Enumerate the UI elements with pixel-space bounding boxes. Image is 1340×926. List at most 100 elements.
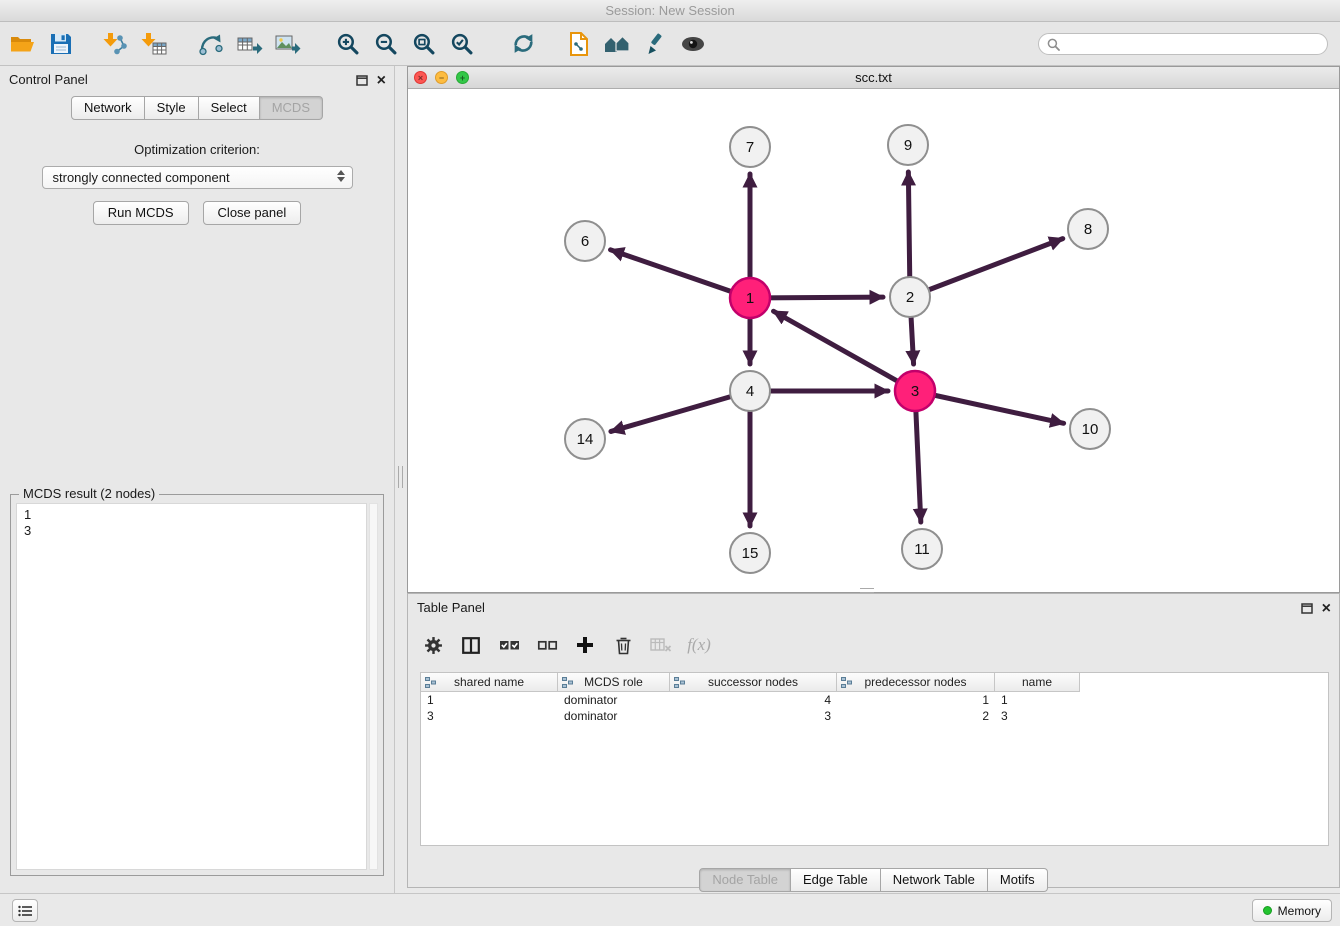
- tab-node-table[interactable]: Node Table: [699, 868, 791, 892]
- tab-network[interactable]: Network: [71, 96, 145, 120]
- open-session-button[interactable]: [4, 25, 42, 63]
- deselect-all-icon: [537, 639, 558, 652]
- apply-style-button[interactable]: [636, 25, 674, 63]
- tab-select[interactable]: Select: [199, 96, 260, 120]
- column-edit-icon: [562, 677, 573, 691]
- column-header-successor-nodes[interactable]: successor nodes: [670, 673, 837, 692]
- cell-predecessor-nodes[interactable]: 1: [837, 692, 995, 708]
- column-header-shared-name[interactable]: shared name: [421, 673, 558, 692]
- cell-successor-nodes[interactable]: 4: [670, 692, 837, 708]
- table-row[interactable]: 3 dominator 3 2 3: [421, 708, 1328, 724]
- cell-mcds-role[interactable]: dominator: [558, 692, 670, 708]
- import-network-button[interactable]: [96, 25, 134, 63]
- apply-layout-button[interactable]: [504, 25, 542, 63]
- column-header-mcds-role[interactable]: MCDS role: [558, 673, 670, 692]
- table-panel: Table Panel ×: [407, 593, 1340, 888]
- select-all-icon: [499, 639, 520, 652]
- first-neighbors-button[interactable]: [598, 25, 636, 63]
- show-hide-details-button[interactable]: [674, 25, 712, 63]
- new-network-from-selection-button[interactable]: [560, 25, 598, 63]
- float-panel-icon[interactable]: [356, 74, 369, 87]
- column-settings-button[interactable]: [418, 630, 448, 660]
- tab-edge-table[interactable]: Edge Table: [791, 868, 881, 892]
- tab-motifs[interactable]: Motifs: [988, 868, 1048, 892]
- graph-node-7[interactable]: 7: [730, 127, 770, 167]
- toggle-column-view-button[interactable]: [456, 630, 486, 660]
- graph-node-11[interactable]: 11: [902, 529, 942, 569]
- delete-table-button[interactable]: [646, 630, 676, 660]
- close-panel-icon[interactable]: ×: [377, 74, 386, 87]
- table-panel-header: Table Panel ×: [408, 594, 1339, 622]
- cell-successor-nodes[interactable]: 3: [670, 708, 837, 724]
- close-window-icon[interactable]: ×: [414, 71, 427, 84]
- memory-button[interactable]: Memory: [1252, 899, 1332, 922]
- node-table: shared name MCDS role successor nodes pr…: [420, 672, 1329, 846]
- graph-node-4[interactable]: 4: [730, 371, 770, 411]
- run-mcds-button[interactable]: Run MCDS: [93, 201, 189, 225]
- cell-shared-name[interactable]: 3: [421, 708, 558, 724]
- cell-mcds-role[interactable]: dominator: [558, 708, 670, 724]
- window-titlebar[interactable]: Session: New Session: [0, 0, 1340, 22]
- zoom-out-button[interactable]: [366, 25, 404, 63]
- mcds-result-list[interactable]: 1 3: [16, 503, 367, 870]
- graph-node-1[interactable]: 1: [730, 278, 770, 318]
- minimize-window-icon[interactable]: −: [435, 71, 448, 84]
- graph-edge-1-6[interactable]: [611, 250, 750, 298]
- criterion-dropdown[interactable]: strongly connected component: [42, 166, 353, 189]
- zoom-selected-button[interactable]: [442, 25, 480, 63]
- task-history-button[interactable]: [12, 899, 38, 922]
- float-table-panel-icon[interactable]: [1301, 602, 1314, 615]
- network-canvas[interactable]: 7 9 6 8 1 2 4 3 14 10 15 11: [408, 89, 1339, 592]
- result-scrollbar[interactable]: [369, 503, 378, 870]
- list-icon: [18, 905, 32, 917]
- panel-splitter[interactable]: [395, 66, 407, 893]
- cell-name[interactable]: 1: [995, 692, 1080, 708]
- zoom-in-button[interactable]: [328, 25, 366, 63]
- svg-text:1: 1: [746, 290, 754, 307]
- column-header-predecessor-nodes[interactable]: predecessor nodes: [837, 673, 995, 692]
- export-table-button[interactable]: [230, 25, 268, 63]
- graph-edge-3-1[interactable]: [774, 311, 915, 391]
- zoom-in-icon: [336, 32, 359, 55]
- graph-node-9[interactable]: 9: [888, 125, 928, 165]
- cell-shared-name[interactable]: 1: [421, 692, 558, 708]
- function-builder-button[interactable]: f(x): [684, 630, 714, 660]
- graph-node-10[interactable]: 10: [1070, 409, 1110, 449]
- import-network-icon: [102, 32, 128, 56]
- graph-node-14[interactable]: 14: [565, 419, 605, 459]
- export-network-button[interactable]: [192, 25, 230, 63]
- search-box[interactable]: [1038, 33, 1328, 55]
- tab-network-table[interactable]: Network Table: [881, 868, 988, 892]
- plus-icon: [576, 636, 594, 654]
- graph-node-15[interactable]: 15: [730, 533, 770, 573]
- close-table-panel-icon[interactable]: ×: [1322, 602, 1331, 615]
- zoom-fit-button[interactable]: [404, 25, 442, 63]
- tab-style[interactable]: Style: [145, 96, 199, 120]
- graph-edge-4-14[interactable]: [611, 391, 750, 431]
- table-row[interactable]: 1 dominator 4 1 1: [421, 692, 1328, 708]
- save-session-button[interactable]: [42, 25, 80, 63]
- column-header-name[interactable]: name: [995, 673, 1080, 692]
- add-row-button[interactable]: [570, 630, 600, 660]
- deselect-all-button[interactable]: [532, 630, 562, 660]
- graph-node-3[interactable]: 3: [895, 371, 935, 411]
- network-window-titlebar[interactable]: × − + scc.txt: [408, 67, 1339, 89]
- graph-edge-2-8[interactable]: [910, 239, 1063, 297]
- graph-edge-3-10[interactable]: [915, 391, 1064, 423]
- dropdown-stepper-icon: [337, 170, 345, 182]
- mcds-result-title: MCDS result (2 nodes): [19, 486, 159, 501]
- import-table-button[interactable]: [134, 25, 172, 63]
- tab-mcds[interactable]: MCDS: [260, 96, 323, 120]
- cell-name[interactable]: 3: [995, 708, 1080, 724]
- close-panel-button[interactable]: Close panel: [203, 201, 302, 225]
- select-all-button[interactable]: [494, 630, 524, 660]
- cell-predecessor-nodes[interactable]: 2: [837, 708, 995, 724]
- search-input[interactable]: [1065, 37, 1327, 51]
- graph-node-8[interactable]: 8: [1068, 209, 1108, 249]
- zoom-window-icon[interactable]: +: [456, 71, 469, 84]
- delete-row-button[interactable]: [608, 630, 638, 660]
- paintbrush-icon: [643, 32, 667, 56]
- export-image-button[interactable]: [268, 25, 306, 63]
- graph-node-2[interactable]: 2: [890, 277, 930, 317]
- graph-node-6[interactable]: 6: [565, 221, 605, 261]
